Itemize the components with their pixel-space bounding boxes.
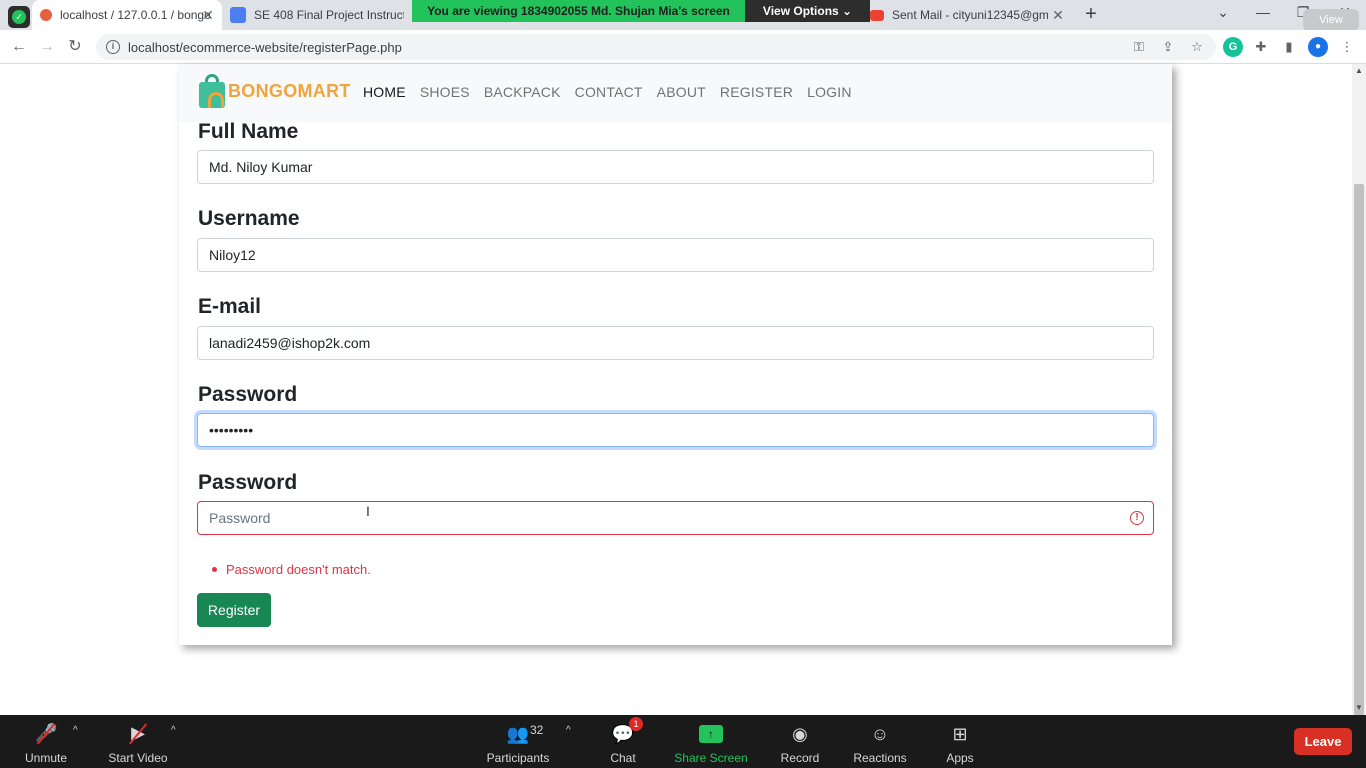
username-label: Username [198, 207, 300, 230]
tab-title: localhost / 127.0.0.1 / bongomart [60, 8, 210, 22]
apps-grid-icon: ⊞ [952, 723, 968, 744]
full-name-label: Full Name [198, 120, 299, 143]
gmail-favicon-icon [870, 9, 884, 21]
participants-caret-icon[interactable]: ^ [566, 725, 571, 736]
bongomart-logo[interactable]: BONGOMART [199, 74, 351, 108]
share-icon[interactable]: ⇪ [1159, 39, 1177, 55]
reactions-button[interactable]: ☺ Reactions [840, 721, 920, 766]
password-error-list: Password doesn't match. [212, 562, 371, 577]
page-scrollbar[interactable]: ▲ ▼ [1352, 64, 1366, 715]
shopping-bag-icon [199, 74, 225, 108]
chat-label: Chat [610, 751, 636, 765]
site-info-icon[interactable]: i [106, 40, 120, 54]
video-options-caret-icon[interactable]: ^ [171, 725, 176, 736]
record-button[interactable]: ◉ Record [760, 721, 840, 766]
browser-menu-icon[interactable]: ⋮ [1337, 37, 1357, 57]
scroll-down-icon[interactable]: ▼ [1352, 701, 1366, 715]
video-off-icon: ▶ [127, 723, 149, 745]
view-options-button[interactable]: View Options ⌄ [745, 0, 870, 22]
zoom-meeting-toolbar: 🎤 Unmute ^ ▶ Start Video ^ 👥32 Participa… [0, 715, 1366, 768]
password-label: Password [198, 383, 298, 406]
share-screen-icon: ↑ [699, 725, 723, 743]
phpmyadmin-favicon-icon [40, 9, 52, 21]
zoom-sharing-banner: You are viewing 1834902055 Md. Shujan Mi… [412, 0, 745, 22]
browser-tab-phpmyadmin[interactable]: localhost / 127.0.0.1 / bongomart ✕ [32, 0, 222, 30]
profile-avatar-icon[interactable]: ● [1308, 37, 1328, 57]
site-navbar: BONGOMART HOME SHOES BACKPACK CONTACT AB… [179, 64, 1172, 122]
scrollbar-thumb[interactable] [1354, 184, 1364, 715]
text-cursor-icon: I [366, 503, 370, 519]
unmute-label: Unmute [24, 751, 68, 765]
leave-meeting-button[interactable]: Leave [1294, 728, 1352, 755]
nav-about[interactable]: ABOUT [657, 84, 706, 100]
share-screen-label: Share Screen [674, 751, 748, 765]
side-panel-icon[interactable]: ▮ [1279, 37, 1299, 57]
close-tab-icon[interactable]: ✕ [200, 7, 216, 23]
zoom-view-button[interactable]: View [1303, 9, 1359, 31]
tab-search-icon[interactable]: ⌄ [1212, 4, 1234, 21]
nav-home[interactable]: HOME [363, 84, 406, 100]
nav-login[interactable]: LOGIN [807, 84, 852, 100]
email-field[interactable]: lanadi2459@ishop2k.com [197, 326, 1154, 360]
password-error-message: Password doesn't match. [226, 562, 371, 577]
email-label: E-mail [198, 295, 262, 318]
nav-register[interactable]: REGISTER [720, 84, 793, 100]
record-label: Record [780, 751, 820, 765]
shield-icon: ✓ [8, 6, 30, 28]
close-tab-icon[interactable]: ✕ [1050, 7, 1066, 23]
share-screen-button[interactable]: ↑ Share Screen [671, 721, 751, 765]
microphone-muted-icon: 🎤 [35, 723, 57, 745]
apps-label: Apps [946, 751, 974, 765]
key-icon[interactable]: ⚿ [1130, 39, 1148, 55]
tab-title: Sent Mail - cityuni12345@gmail.com [892, 8, 1048, 22]
address-bar[interactable]: i localhost/ecommerce-website/registerPa… [96, 34, 1216, 60]
reactions-smiley-icon: ☺ [870, 723, 890, 744]
browser-toolbar: ← → ↻ i localhost/ecommerce-website/regi… [0, 30, 1366, 64]
reload-icon[interactable]: ↻ [64, 36, 86, 58]
extensions-puzzle-icon[interactable]: ✚ [1251, 37, 1271, 57]
start-video-label: Start Video [108, 751, 168, 765]
confirm-password-label: Password [198, 471, 298, 494]
nav-backpack[interactable]: BACKPACK [484, 84, 561, 100]
participant-count: 32 [530, 723, 544, 737]
main-nav: HOME SHOES BACKPACK CONTACT ABOUT REGIST… [363, 84, 866, 100]
new-tab-button[interactable]: + [1080, 4, 1102, 26]
confirm-password-field[interactable]: Password ! [197, 501, 1154, 535]
participants-label: Participants [486, 751, 550, 765]
tab-title: SE 408 Final Project Instruction [254, 8, 404, 22]
start-video-button[interactable]: ▶ Start Video [98, 721, 178, 765]
participants-icon: 👥 [506, 723, 530, 744]
forward-arrow-icon[interactable]: → [36, 36, 58, 58]
chat-button[interactable]: 💬 1 Chat [583, 717, 663, 765]
record-icon: ◉ [792, 723, 808, 744]
scroll-up-icon[interactable]: ▲ [1352, 64, 1366, 78]
minimize-window-icon[interactable]: — [1252, 4, 1274, 20]
nav-shoes[interactable]: SHOES [420, 84, 470, 100]
nav-contact[interactable]: CONTACT [575, 84, 643, 100]
bookmark-star-icon[interactable]: ☆ [1188, 39, 1206, 55]
reactions-label: Reactions [853, 751, 907, 765]
address-url[interactable]: localhost/ecommerce-website/registerPage… [128, 40, 402, 55]
browser-tab-gmail[interactable]: Sent Mail - cityuni12345@gmail.com ✕ [862, 0, 1072, 30]
username-field[interactable]: Niloy12 [197, 238, 1154, 272]
back-arrow-icon[interactable]: ← [8, 36, 30, 58]
google-classroom-favicon-icon [230, 7, 246, 23]
browser-tab-project-instruction[interactable]: SE 408 Final Project Instruction [222, 0, 412, 30]
error-icon: ! [1130, 511, 1144, 525]
bullet-icon [212, 567, 217, 572]
audio-options-caret-icon[interactable]: ^ [73, 725, 78, 736]
grammarly-extension-icon[interactable]: G [1223, 37, 1243, 57]
apps-button[interactable]: ⊞ Apps [920, 721, 1000, 766]
password-field[interactable]: ••••••••• [197, 413, 1154, 447]
participants-button[interactable]: 👥 32 Participants [478, 721, 558, 765]
chat-unread-badge: 1 [629, 717, 643, 731]
confirm-password-placeholder: Password [209, 510, 271, 526]
register-button[interactable]: Register [197, 593, 271, 627]
full-name-field[interactable]: Md. Niloy Kumar [197, 150, 1154, 184]
logo-text: BONGOMART [228, 80, 351, 101]
